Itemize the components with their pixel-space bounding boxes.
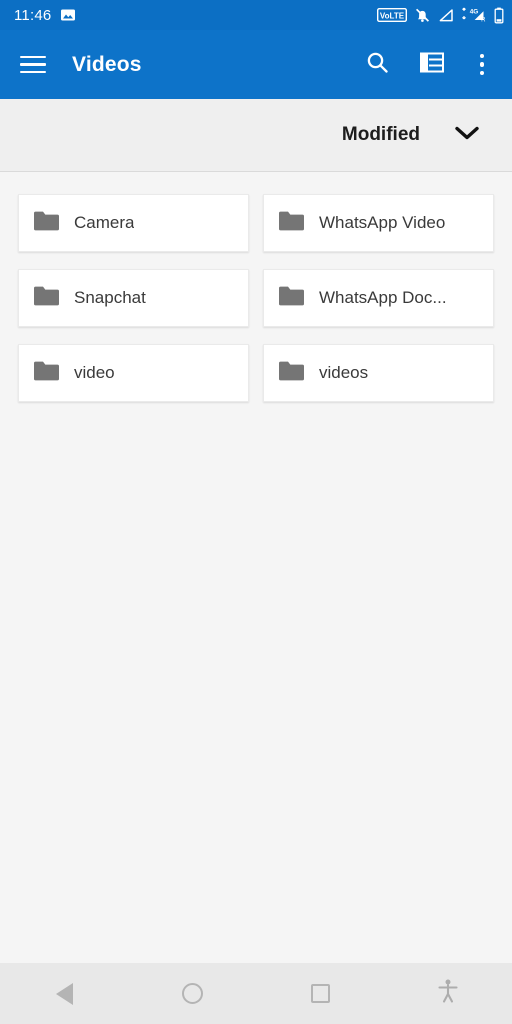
android-navigation-bar xyxy=(0,963,512,1024)
folder-icon xyxy=(33,285,60,312)
notifications-muted-icon xyxy=(414,7,431,24)
status-bar-left: 11:46 xyxy=(14,7,377,24)
battery-icon xyxy=(494,7,504,24)
triangle-back-icon xyxy=(55,982,73,1005)
svg-text:VoLTE: VoLTE xyxy=(380,11,405,20)
sort-bar[interactable]: Modified xyxy=(0,99,512,172)
folder-card[interactable]: videos xyxy=(263,344,494,402)
folder-name: videos xyxy=(319,363,369,382)
status-clock: 11:46 xyxy=(14,6,52,24)
circle-home-icon xyxy=(181,983,203,1004)
folder-icon xyxy=(278,285,305,312)
square-recents-icon xyxy=(310,984,330,1003)
svg-text:4G: 4G xyxy=(470,8,479,15)
chevron-down-icon[interactable] xyxy=(454,125,480,146)
data-4g-roaming-icon: 4G R xyxy=(461,7,487,23)
folder-icon xyxy=(33,360,60,387)
list-view-icon[interactable] xyxy=(419,52,444,78)
folder-name: Snapchat xyxy=(74,288,146,307)
nav-recents-button[interactable] xyxy=(256,984,384,1003)
volte-badge: VoLTE xyxy=(377,8,407,22)
signal-bar-icon xyxy=(438,8,454,23)
nav-back-button[interactable] xyxy=(0,982,128,1005)
folder-card[interactable]: WhatsApp Video xyxy=(263,194,494,252)
folder-icon xyxy=(278,210,305,237)
folder-card[interactable]: WhatsApp Doc... xyxy=(263,269,494,327)
folder-icon xyxy=(278,360,305,387)
folder-name: WhatsApp Video xyxy=(319,213,446,232)
sort-label: Modified xyxy=(341,124,420,145)
hamburger-icon[interactable] xyxy=(20,55,46,74)
page-title: Videos xyxy=(72,52,142,76)
folder-icon xyxy=(33,210,60,237)
folder-name: WhatsApp Doc... xyxy=(319,288,447,307)
app-bar-actions xyxy=(365,50,491,80)
nav-accessibility-button[interactable] xyxy=(384,978,512,1009)
folder-card[interactable]: video xyxy=(18,344,249,402)
folder-name: video xyxy=(74,363,115,382)
svg-text:R: R xyxy=(481,18,486,23)
status-bar-right: VoLTE 4G R xyxy=(377,7,504,24)
nav-home-button[interactable] xyxy=(128,983,256,1004)
folder-name: Camera xyxy=(74,213,135,232)
folder-card[interactable]: Camera xyxy=(18,194,249,252)
app-bar: Videos xyxy=(0,30,512,99)
folder-card[interactable]: Snapchat xyxy=(18,269,249,327)
folder-list-content: Camera WhatsApp Video Snapchat WhatsApp … xyxy=(0,172,512,402)
accessibility-icon xyxy=(437,978,459,1009)
more-vertical-icon[interactable] xyxy=(474,53,491,76)
status-bar: 11:46 VoLTE 4G R xyxy=(0,0,512,30)
image-icon xyxy=(60,7,76,23)
search-icon[interactable] xyxy=(365,50,390,80)
folder-grid: Camera WhatsApp Video Snapchat WhatsApp … xyxy=(18,194,494,402)
